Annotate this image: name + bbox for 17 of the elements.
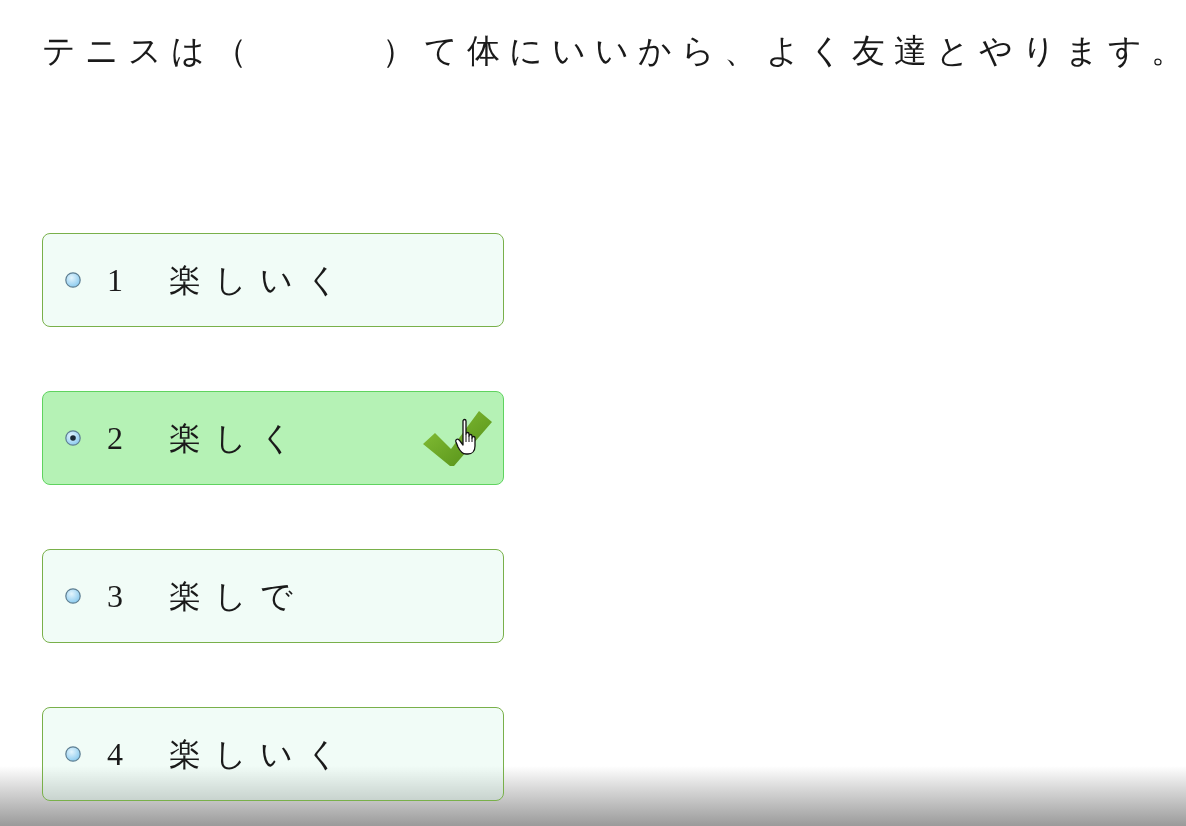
radio-button[interactable] <box>65 746 81 763</box>
radio-button[interactable] <box>65 588 81 605</box>
answer-option[interactable]: 2 楽しく <box>42 391 504 486</box>
option-text: 楽しで <box>169 577 306 616</box>
answer-option[interactable]: 3 楽しで <box>42 549 504 644</box>
option-number: 3 <box>106 580 124 613</box>
option-text: 楽しく <box>169 419 306 458</box>
radio-button[interactable] <box>65 272 81 289</box>
option-text: 楽しいく <box>169 261 352 300</box>
option-number: 4 <box>106 738 124 771</box>
question-text: テニスは（ ）て体にいいから、よく友達とやります。 <box>42 30 1186 72</box>
radio-button[interactable] <box>65 430 81 447</box>
answer-option[interactable]: 1 楽しいく <box>42 233 504 328</box>
option-text: 楽しいく <box>169 735 352 774</box>
option-number: 1 <box>106 264 124 297</box>
option-number: 2 <box>106 422 124 455</box>
answer-option[interactable]: 4 楽しいく <box>42 707 504 802</box>
